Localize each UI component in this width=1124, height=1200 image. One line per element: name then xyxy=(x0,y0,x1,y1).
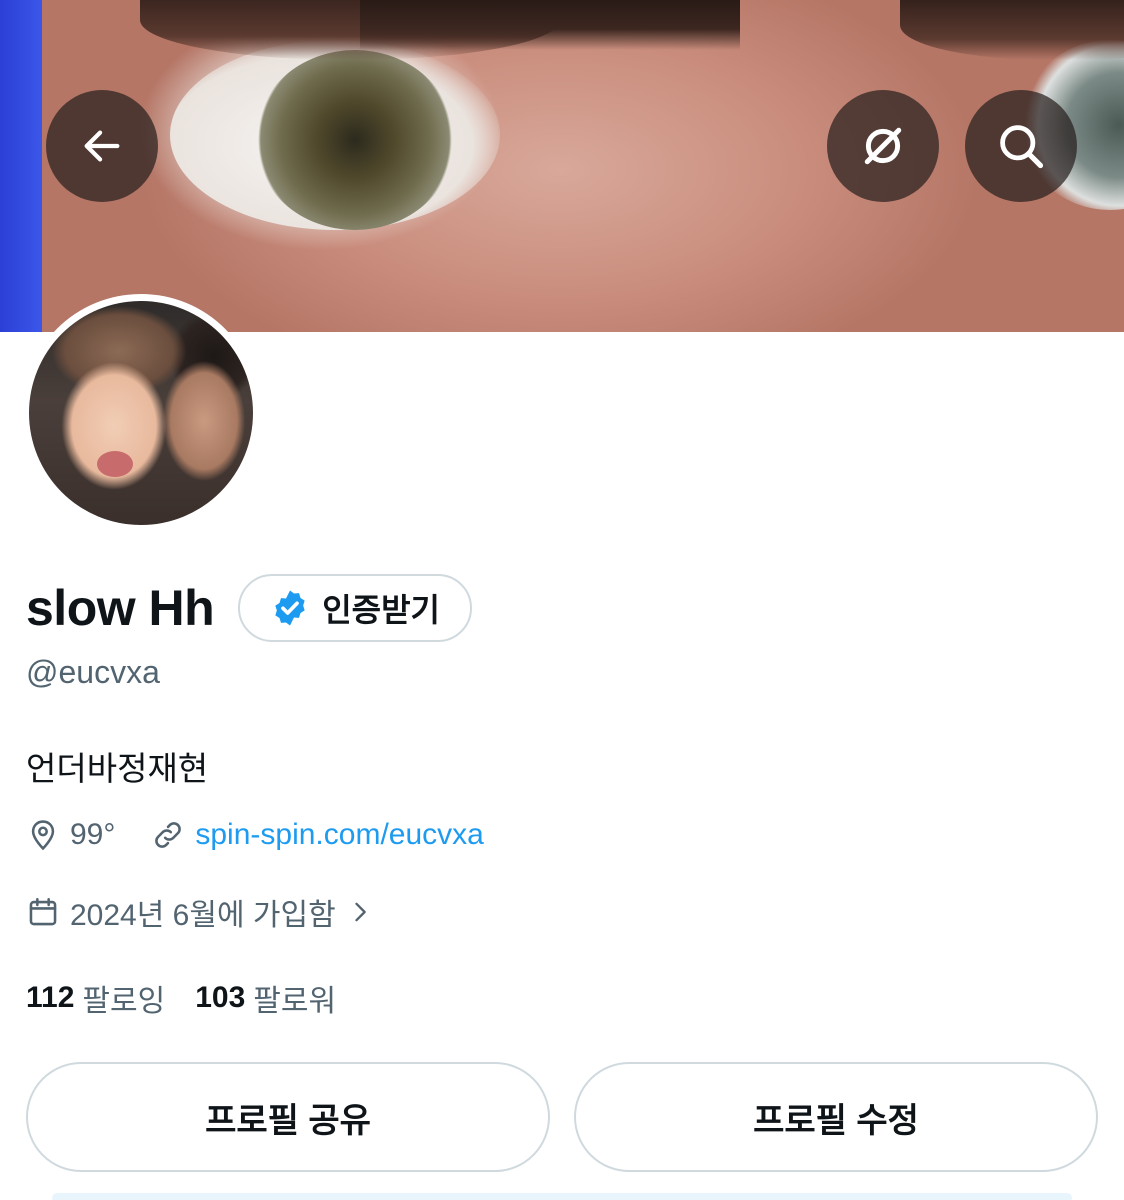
share-profile-button[interactable]: 프로필 공유 xyxy=(26,1062,550,1172)
search-icon xyxy=(1000,125,1044,169)
chevron-right-icon xyxy=(355,902,366,922)
grok-button[interactable] xyxy=(827,90,939,202)
following-count[interactable]: 112 xyxy=(26,981,74,1015)
edit-profile-button[interactable]: 프로필 수정 xyxy=(574,1062,1098,1172)
website-link[interactable]: spin-spin.com/eucvxa xyxy=(195,818,483,852)
avatar-image xyxy=(29,301,253,525)
profile-banner[interactable] xyxy=(0,0,1124,332)
arrow-left-icon xyxy=(84,130,120,162)
get-verified-label: 인증받기 xyxy=(322,592,440,628)
following-label[interactable]: 팔로잉 xyxy=(82,976,165,1020)
location: 99° xyxy=(26,818,115,852)
username-handle: @eucvxa xyxy=(26,654,160,690)
website[interactable]: spin-spin.com/eucvxa xyxy=(151,818,484,852)
banner-image-detail xyxy=(255,50,455,230)
avatar[interactable] xyxy=(22,294,260,532)
verified-badge-icon xyxy=(275,590,305,626)
display-name: slow Hh xyxy=(26,580,215,636)
next-section-peek xyxy=(52,1193,1072,1200)
name-row: slow Hh 인증받기 xyxy=(26,574,472,642)
banner-image-detail xyxy=(0,0,42,332)
followers-count[interactable]: 103 xyxy=(195,981,245,1015)
joined-text: 2024년 6월에 가입함 xyxy=(70,899,336,932)
location-text: 99° xyxy=(70,818,116,851)
banner-image-detail xyxy=(900,0,1124,60)
avatar-image-detail xyxy=(97,451,133,477)
profile-bio: 언더바정재현 xyxy=(26,750,209,787)
banner-image-detail xyxy=(360,0,740,50)
joined-date[interactable]: 2024년 6월에 가입함 xyxy=(26,890,374,934)
follow-stats: 112 팔로잉 103 팔로워 xyxy=(26,976,366,1020)
grok-icon xyxy=(864,127,902,165)
followers-label[interactable]: 팔로워 xyxy=(253,976,336,1020)
link-icon xyxy=(155,822,182,848)
profile-meta: 99° spin-spin.com/eucvxa xyxy=(26,818,520,852)
search-button[interactable] xyxy=(965,90,1077,202)
get-verified-button[interactable]: 인증받기 xyxy=(238,574,472,642)
calendar-icon xyxy=(29,897,57,926)
back-button[interactable] xyxy=(46,90,158,202)
location-pin-icon xyxy=(31,820,55,851)
